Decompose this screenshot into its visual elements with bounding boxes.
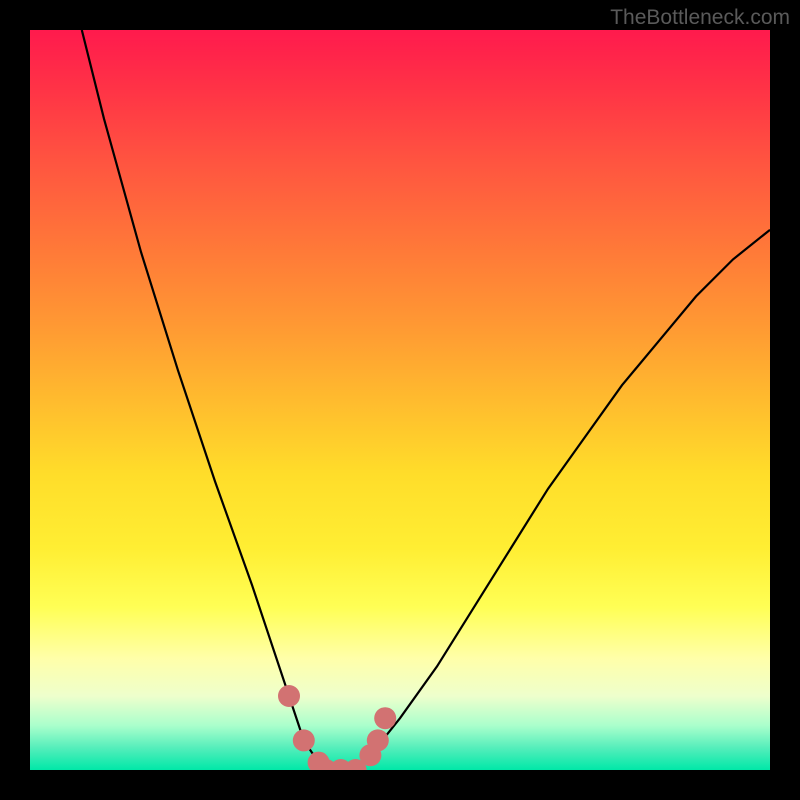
watermark-text: TheBottleneck.com xyxy=(610,6,790,30)
data-point xyxy=(374,707,396,729)
bottleneck-chart xyxy=(30,30,770,770)
data-point xyxy=(278,685,300,707)
data-point xyxy=(293,729,315,751)
data-point xyxy=(367,729,389,751)
bottleneck-curve-line xyxy=(82,30,770,770)
data-points-group xyxy=(278,685,396,770)
